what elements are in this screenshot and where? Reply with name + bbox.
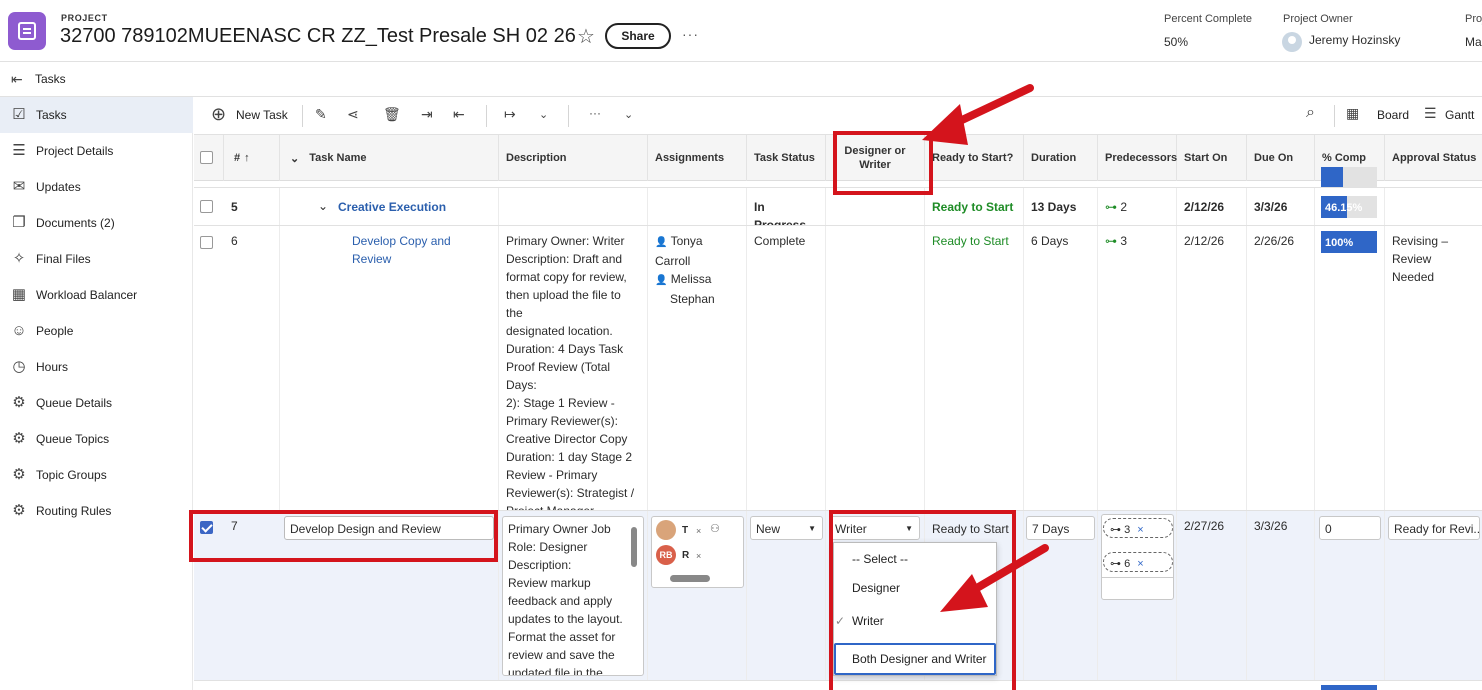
annotation-arrowhead [922, 104, 968, 145]
annotation-arrowhead [940, 574, 988, 612]
annotation-arrows [922, 84, 1049, 612]
